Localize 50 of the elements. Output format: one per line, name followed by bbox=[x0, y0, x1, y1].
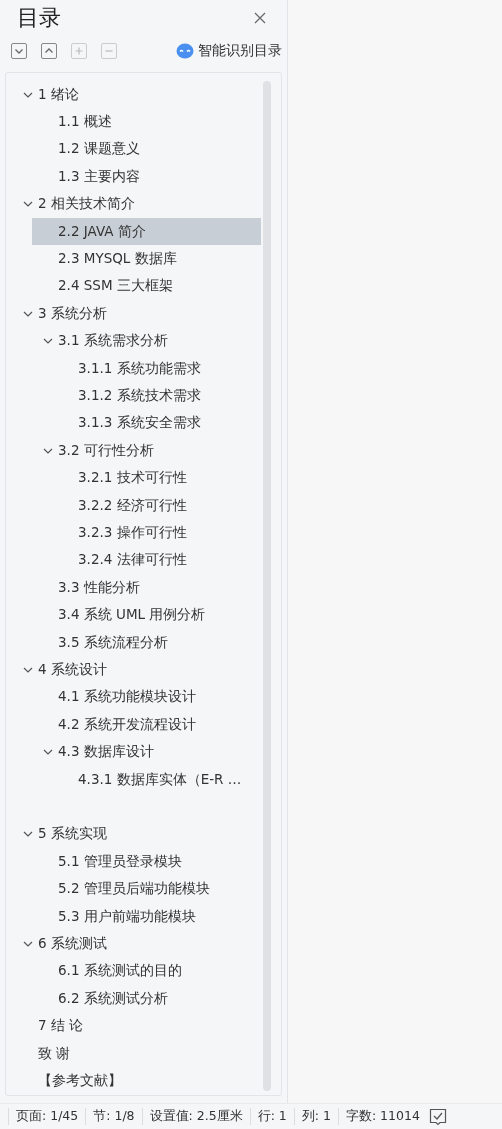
expand-all-icon[interactable] bbox=[41, 43, 57, 59]
robot-icon bbox=[176, 43, 194, 59]
outline-item[interactable]: 1 绪论 bbox=[12, 81, 261, 109]
chevron-icon[interactable] bbox=[23, 939, 33, 949]
status-text: 页面: 1/45 bbox=[8, 1108, 86, 1125]
outline-item[interactable]: 4.2 系统开发流程设计 bbox=[32, 711, 261, 739]
close-icon[interactable] bbox=[254, 12, 266, 24]
collapse-all-icon[interactable] bbox=[11, 43, 27, 59]
status-text: 行: 1 bbox=[249, 1108, 294, 1125]
spellcheck-icon[interactable] bbox=[428, 1107, 447, 1126]
outline-item[interactable]: 6.2 系统测试分析 bbox=[32, 985, 261, 1013]
outline-item[interactable]: 3.1.2 系统技术需求 bbox=[52, 382, 261, 410]
outline-item[interactable]: 5.3 用户前端功能模块 bbox=[32, 902, 261, 931]
outline-item[interactable]: 2 相关技术简介 bbox=[12, 190, 261, 218]
outline-item[interactable]: 3 系统分析 bbox=[12, 300, 261, 328]
outline-item[interactable]: 3.1 系统需求分析 bbox=[32, 327, 261, 355]
status-text: 列: 1 bbox=[293, 1108, 338, 1125]
outline-item[interactable]: 2.2 JAVA 简介 bbox=[32, 217, 261, 246]
outline-item[interactable]: 3.2.4 法律可行性 bbox=[52, 546, 261, 575]
status-text: 字数: 11014 bbox=[337, 1108, 427, 1125]
outline-item[interactable]: 3.1.3 系统安全需求 bbox=[52, 409, 261, 438]
outline-item[interactable]: 4 系统设计 bbox=[12, 656, 261, 684]
outline-item[interactable]: 【参考文献】 bbox=[12, 1067, 261, 1095]
outline-item[interactable]: 3.2.3 操作可行性 bbox=[52, 519, 261, 547]
outline-item[interactable]: 2.4 SSM 三大框架 bbox=[32, 272, 261, 301]
smart-recognize-button[interactable]: 智能识别目录 bbox=[176, 42, 282, 60]
panel-title: 目录 bbox=[17, 4, 61, 32]
outline-item[interactable]: 致 谢 bbox=[12, 1039, 261, 1068]
outline-item[interactable]: 2.3 MYSQL 数据库 bbox=[32, 245, 261, 273]
outline-item[interactable]: 3.2 可行性分析 bbox=[32, 437, 261, 465]
outline-item[interactable]: 1.2 课题意义 bbox=[32, 135, 261, 164]
outline-item[interactable]: 6 系统测试 bbox=[12, 930, 261, 958]
outline-item[interactable]: 4.1 系统功能模块设计 bbox=[32, 683, 261, 711]
outline-item[interactable]: 3.2.1 技术可行性 bbox=[52, 464, 261, 492]
outline-item[interactable]: 1.1 概述 bbox=[32, 108, 261, 136]
outline-item[interactable]: 3.2.2 经济可行性 bbox=[52, 491, 261, 520]
outline-item[interactable]: 5.2 管理员后端功能模块 bbox=[32, 875, 261, 903]
outline-item[interactable]: 6.1 系统测试的目的 bbox=[32, 957, 261, 986]
outline-item[interactable]: 5.1 管理员登录模块 bbox=[32, 848, 261, 876]
outline-item[interactable]: 5 系统实现 bbox=[12, 820, 261, 849]
status-text: 设置值: 2.5厘米 bbox=[141, 1108, 250, 1125]
outline-item[interactable]: 4.3 数据库设计 bbox=[32, 738, 261, 766]
outline-item[interactable]: 3.5 系统流程分析 bbox=[32, 628, 261, 657]
outline-item[interactable]: 7 结 论 bbox=[12, 1012, 261, 1040]
outline-item[interactable]: 3.4 系统 UML 用例分析 bbox=[32, 601, 261, 629]
outline-item[interactable]: 4.3.1 数据库实体（E-R … bbox=[52, 765, 261, 821]
outline-item[interactable]: 1.3 主要内容 bbox=[32, 163, 261, 191]
outline-item[interactable]: 3.3 性能分析 bbox=[32, 574, 261, 602]
outline-item[interactable]: 3.1.1 系统功能需求 bbox=[52, 354, 261, 383]
status-text: 节: 1/8 bbox=[85, 1108, 142, 1125]
